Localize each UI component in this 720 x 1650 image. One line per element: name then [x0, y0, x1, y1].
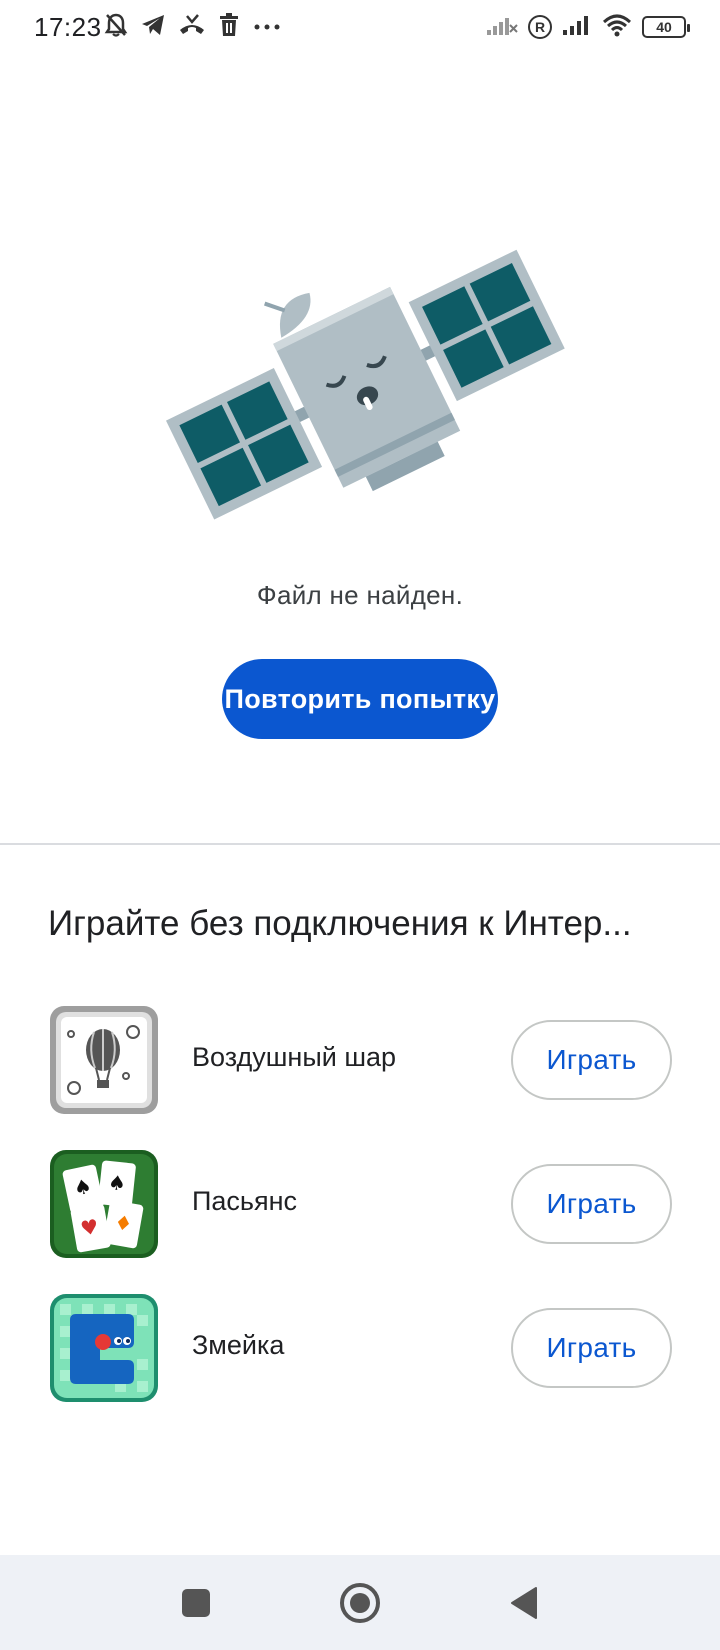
section-divider — [0, 843, 720, 845]
missed-call-icon — [178, 13, 206, 42]
system-nav-bar — [0, 1555, 720, 1650]
game-name: Змейка — [192, 1330, 285, 1360]
game-name: Воздушный шар — [192, 1042, 397, 1072]
bell-off-icon — [104, 12, 128, 43]
snake-game-icon[interactable] — [48, 1292, 160, 1404]
svg-text:♠: ♠ — [107, 1170, 127, 1196]
play-button[interactable]: Играть — [511, 1164, 672, 1244]
back-triangle-icon[interactable] — [464, 1555, 584, 1650]
game-name: Пасьянс — [192, 1186, 298, 1216]
play-button[interactable]: Играть — [511, 1308, 672, 1388]
home-circle-icon[interactable] — [300, 1555, 420, 1650]
game-row-balloon: Воздушный шар Играть — [0, 1004, 720, 1124]
more-dots-icon — [252, 13, 282, 42]
wifi-icon — [602, 13, 632, 42]
signal-off-icon — [486, 13, 518, 42]
game-row-solitaire: ♠ ♠ ♥ ♦ Пасьянс Играть — [0, 1148, 720, 1268]
game-row-snake: Змейка Играть — [0, 1292, 720, 1412]
status-time: 17:23 — [34, 12, 102, 42]
status-left-icons — [104, 12, 282, 42]
recents-square-icon[interactable] — [136, 1555, 256, 1650]
trash-icon — [218, 12, 240, 42]
satellite-illustration — [150, 240, 570, 530]
play-button[interactable]: Играть — [511, 1020, 672, 1100]
solitaire-game-icon[interactable]: ♠ ♠ ♥ ♦ — [48, 1148, 160, 1260]
status-right-icons: R 40 — [486, 12, 690, 42]
retry-button[interactable]: Повторить попытку — [222, 659, 498, 739]
signal-icon — [562, 13, 592, 42]
battery-icon: 40 — [642, 16, 690, 38]
games-section-title: Играйте без подключения к Интер... — [48, 904, 632, 943]
balloon-game-icon[interactable] — [48, 1004, 160, 1116]
status-bar: 17:23 R 40 — [0, 0, 720, 56]
roaming-r-icon: R — [528, 15, 552, 39]
error-message: Файл не найден. — [256, 580, 464, 610]
telegram-icon — [140, 13, 166, 42]
